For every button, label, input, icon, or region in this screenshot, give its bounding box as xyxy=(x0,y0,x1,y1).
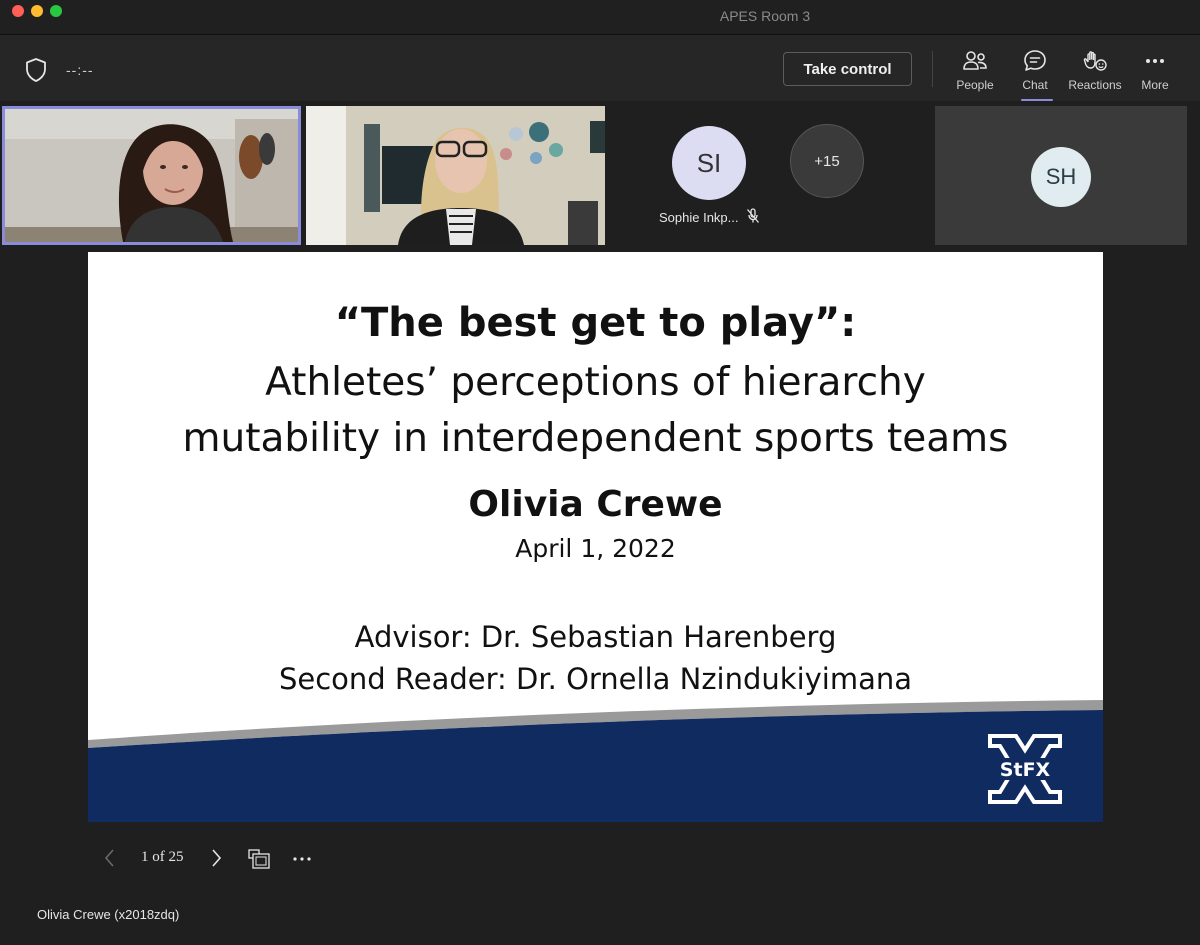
slide-date: April 1, 2022 xyxy=(515,534,676,563)
shared-slide: “The best get to play”: Athletes’ percep… xyxy=(88,252,1103,822)
avatar-si[interactable]: SI xyxy=(672,126,746,200)
participant-name: Sophie Inkp... xyxy=(659,210,739,225)
people-button[interactable]: People xyxy=(943,45,1007,97)
slide-advisor: Advisor: Dr. Sebastian Harenberg xyxy=(354,620,837,654)
people-label: People xyxy=(956,78,994,92)
stfx-logo: StFX xyxy=(986,732,1064,811)
slide-overview-button[interactable] xyxy=(246,838,272,878)
title-bar: APES Room 3 xyxy=(0,0,1200,35)
reactions-icon xyxy=(1083,51,1107,71)
meeting-toolbar: --:-- Take control People Chat Reactions xyxy=(0,35,1200,101)
window-title: APES Room 3 xyxy=(719,8,811,24)
shield-icon[interactable] xyxy=(24,57,48,83)
more-icon xyxy=(1146,59,1164,63)
next-slide-button[interactable] xyxy=(204,838,228,878)
more-button[interactable]: More xyxy=(1123,45,1187,97)
chevron-left-icon xyxy=(104,849,114,867)
meeting-timer: --:-- xyxy=(66,62,94,78)
slide-counter: 1 of 25 xyxy=(141,849,184,865)
people-icon xyxy=(963,51,987,70)
participant-video xyxy=(306,106,605,245)
slide-subtitle-line2: mutability in interdependent sports team… xyxy=(182,416,1009,461)
video-tile-participant[interactable] xyxy=(306,106,605,245)
slide-title: “The best get to play”: xyxy=(334,300,857,346)
take-control-button[interactable]: Take control xyxy=(783,52,912,86)
mic-off-icon xyxy=(746,208,760,229)
chat-button[interactable]: Chat xyxy=(1003,45,1067,101)
reactions-button[interactable]: Reactions xyxy=(1063,45,1127,97)
more-label: More xyxy=(1141,78,1169,92)
slide-second-reader: Second Reader: Dr. Ornella Nzindukiyiman… xyxy=(278,662,913,696)
chevron-right-icon xyxy=(212,849,222,867)
chat-icon xyxy=(1024,50,1046,71)
slides-grid-icon xyxy=(248,849,270,869)
chat-label: Chat xyxy=(1022,78,1048,92)
avatar-sh: SH xyxy=(1031,147,1091,207)
presenter-name: Olivia Crewe (x2018zdq) xyxy=(37,907,180,922)
more-icon xyxy=(293,857,311,861)
chat-active-indicator xyxy=(1021,99,1053,101)
more-participants-button[interactable]: +15 xyxy=(790,124,864,198)
slide-more-options-button[interactable] xyxy=(290,838,316,878)
reactions-label: Reactions xyxy=(1068,78,1122,92)
toolbar-divider xyxy=(932,51,933,87)
slide-author: Olivia Crewe xyxy=(468,484,723,525)
svg-text:StFX: StFX xyxy=(1000,759,1051,781)
previous-slide-button[interactable] xyxy=(98,838,122,878)
participant-video xyxy=(5,109,298,242)
video-tile-speaker[interactable] xyxy=(2,106,301,245)
slide-subtitle-line1: Athletes’ perceptions of hierarchy xyxy=(265,360,926,405)
